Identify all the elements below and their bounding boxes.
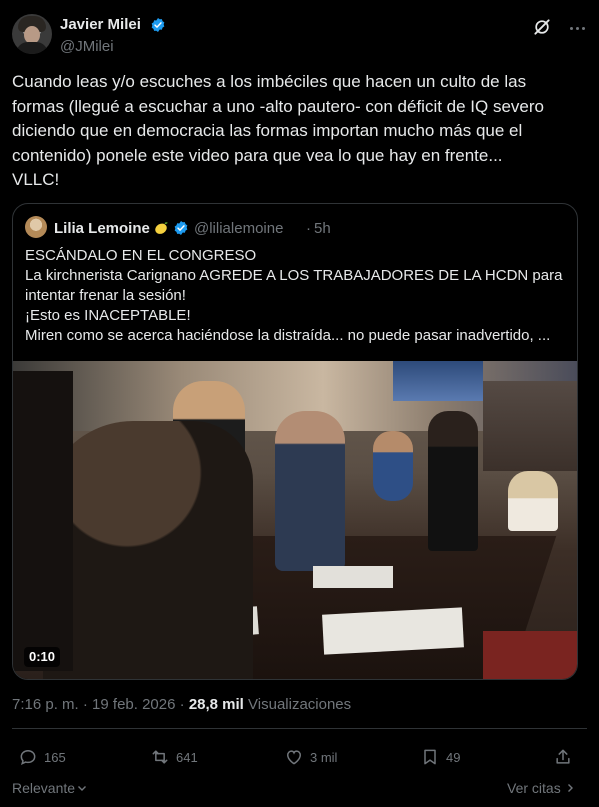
tweet-header: Javier Milei @JMilei bbox=[12, 14, 587, 58]
quote-timestamp[interactable]: 5h bbox=[314, 220, 331, 237]
more-options-icon[interactable] bbox=[567, 18, 587, 38]
view-quotes-label: Ver citas bbox=[507, 780, 561, 796]
tweet-text-line: VLLC! bbox=[12, 170, 60, 190]
tweet-text-line: Cuando leas y/o escuches a los imbéciles… bbox=[12, 72, 527, 91]
quote-text-line: ESCÁNDALO EN EL CONGRESO bbox=[25, 247, 257, 264]
reply-button[interactable]: 165 bbox=[18, 746, 66, 768]
verified-badge-icon bbox=[151, 18, 165, 32]
author-name[interactable]: Javier Milei bbox=[60, 16, 141, 33]
quote-author-handle[interactable]: @lilialemoine bbox=[194, 220, 283, 237]
like-count: 3 mil bbox=[310, 749, 338, 765]
author-handle[interactable]: @JMilei bbox=[60, 38, 114, 55]
views-label: Visualizaciones bbox=[248, 696, 352, 713]
tweet-text-line: contenido) ponele este video para que ve… bbox=[12, 145, 503, 165]
bookmark-count: 49 bbox=[446, 749, 461, 765]
chevron-right-icon bbox=[567, 784, 573, 792]
share-icon bbox=[556, 749, 570, 764]
video-duration: 0:10 bbox=[24, 647, 61, 667]
repost-count: 641 bbox=[176, 749, 198, 765]
divider bbox=[12, 728, 587, 729]
quote-text-line: intentar frenar la sesión! bbox=[25, 287, 186, 304]
view-quotes-link[interactable]: Ver citas bbox=[507, 780, 575, 796]
share-button[interactable] bbox=[553, 746, 573, 768]
tweet-text-line: formas (llegué a escuchar a uno -alto pa… bbox=[12, 96, 545, 116]
quote-separator: · bbox=[306, 220, 311, 237]
tweet-time[interactable]: 7:16 p. m. bbox=[12, 696, 79, 713]
like-button[interactable]: 3 mil bbox=[284, 746, 337, 768]
quote-author-avatar[interactable] bbox=[25, 216, 47, 238]
like-icon bbox=[286, 750, 302, 765]
quote-author-name[interactable]: Lilia Lemoine bbox=[54, 220, 150, 237]
quote-text-line: ¡Esto es INACEPTABLE! bbox=[25, 307, 191, 324]
sort-replies-dropdown[interactable]: Relevante bbox=[12, 780, 87, 796]
views-count: 28,8 mil bbox=[188, 696, 244, 713]
tweet-text-line: diciendo que en democracia las formas im… bbox=[12, 121, 523, 141]
tweet-text: Cuando leas y/o escuches a los imbéciles… bbox=[12, 70, 582, 193]
reply-icon bbox=[20, 749, 36, 766]
tweet-date[interactable]: 19 feb. 2026 bbox=[92, 696, 175, 713]
repost-icon bbox=[152, 750, 168, 764]
quote-text-line: La kirchnerista Carignano AGREDE A LOS T… bbox=[25, 267, 563, 284]
video-player[interactable]: 0:10 bbox=[13, 361, 577, 679]
meta-separator: · bbox=[82, 696, 88, 713]
quote-text: ESCÁNDALO EN EL CONGRESO La kirchnerista… bbox=[25, 246, 570, 346]
repost-button[interactable]: 641 bbox=[150, 746, 198, 768]
reply-count: 165 bbox=[44, 749, 66, 765]
verified-badge-icon bbox=[174, 221, 188, 235]
meta-separator: · bbox=[179, 696, 185, 713]
bookmark-button[interactable]: 49 bbox=[420, 746, 460, 768]
grok-icon[interactable] bbox=[532, 17, 552, 37]
quoted-tweet[interactable]: Lilia Lemoine @lilialemoine · 5h ESCÁNDA… bbox=[12, 203, 578, 680]
quote-text-line: Miren como se acerca haciéndose la distr… bbox=[25, 327, 551, 344]
sort-label: Relevante bbox=[12, 780, 76, 796]
chevron-down-icon bbox=[78, 786, 87, 791]
tweet-meta: 7:16 p. m. · 19 feb. 2026 · 28,8 mil Vis… bbox=[12, 696, 351, 713]
lemon-emoji-icon bbox=[155, 222, 168, 234]
author-avatar[interactable] bbox=[12, 14, 52, 54]
bookmark-icon bbox=[424, 749, 436, 765]
